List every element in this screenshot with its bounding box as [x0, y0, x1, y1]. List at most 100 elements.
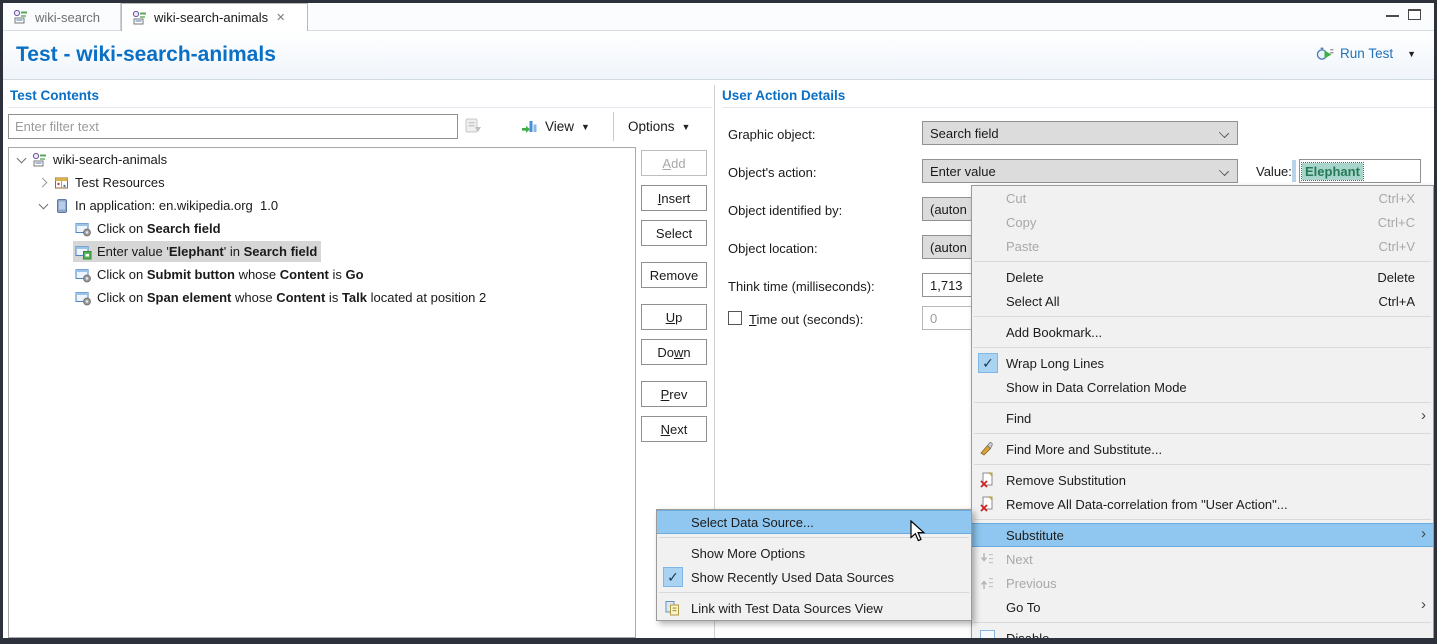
- menu-separator: [974, 622, 1431, 623]
- menu-item-previous[interactable]: Previous: [972, 571, 1433, 595]
- tree-row-label: Click on Submit button whose Content is …: [97, 267, 364, 282]
- menu-item-cut[interactable]: CutCtrl+X: [972, 186, 1433, 210]
- graphic-object-label: Graphic object:: [728, 127, 815, 142]
- window-frame: [0, 638, 1437, 644]
- menu-item-show-recently-used-data-sources[interactable]: ✓Show Recently Used Data Sources: [657, 565, 971, 589]
- application-window: wiki-search wiki-search-animals ✕ Test -…: [0, 0, 1437, 644]
- tab-wiki-search-animals[interactable]: wiki-search-animals ✕: [121, 3, 308, 31]
- next-button[interactable]: Next: [641, 416, 707, 442]
- menu-separator: [974, 402, 1431, 403]
- menu-separator: [974, 316, 1431, 317]
- options-dropdown-icon: ▼: [682, 122, 691, 132]
- tab-wiki-search[interactable]: wiki-search: [3, 3, 121, 31]
- menu-separator: [974, 433, 1431, 434]
- tab-label: wiki-search: [35, 10, 100, 25]
- brush-icon: [979, 441, 995, 460]
- link-icon: [664, 600, 680, 619]
- toolbar-separator: [613, 112, 614, 141]
- arrow-down-icon: [979, 551, 995, 570]
- run-test-dropdown-icon[interactable]: ▼: [1407, 49, 1416, 59]
- tree-row-root[interactable]: wiki-search-animals: [9, 148, 635, 171]
- click-action-icon: [75, 267, 92, 283]
- tree-row-click-search-field[interactable]: Click on Search field: [9, 217, 635, 240]
- menu-separator: [659, 592, 969, 593]
- objects-action-select[interactable]: Enter value: [922, 159, 1238, 183]
- options-dropdown[interactable]: Options ▼: [628, 113, 690, 140]
- tree-row-label: In application: en.wikipedia.org 1.0: [75, 198, 278, 213]
- menu-item-next[interactable]: Next: [972, 547, 1433, 571]
- remove-substitution-icon: [979, 496, 995, 515]
- maximize-button[interactable]: [1408, 9, 1421, 20]
- view-dropdown-icon: ▼: [581, 122, 590, 132]
- menu-item-select-all[interactable]: Select AllCtrl+A: [972, 289, 1433, 313]
- minimize-button[interactable]: [1386, 15, 1399, 17]
- test-contents-tree: wiki-search-animals Test Resources In ap…: [8, 147, 636, 638]
- context-menu: CutCtrl+X CopyCtrl+C PasteCtrl+V DeleteD…: [971, 185, 1434, 644]
- menu-item-go-to[interactable]: Go To›: [972, 595, 1433, 619]
- click-action-icon: [75, 290, 92, 306]
- substitution-marker: [1292, 160, 1296, 182]
- menu-item-show-more-options[interactable]: Show More Options: [657, 541, 971, 565]
- editor-tab-bar: wiki-search wiki-search-animals ✕: [3, 3, 1434, 31]
- chevron-down-icon[interactable]: [14, 152, 30, 168]
- tree-row-click-submit-go[interactable]: Click on Submit button whose Content is …: [9, 263, 635, 286]
- menu-separator: [974, 519, 1431, 520]
- tree-row-label: wiki-search-animals: [53, 152, 167, 167]
- down-button[interactable]: Down: [641, 339, 707, 365]
- insert-button[interactable]: Insert: [641, 185, 707, 211]
- menu-item-show-in-data-correlation-mode[interactable]: Show in Data Correlation Mode: [972, 375, 1433, 399]
- value-input[interactable]: Elephant: [1299, 159, 1421, 183]
- prev-button[interactable]: Prev: [641, 381, 707, 407]
- menu-item-find[interactable]: Find›: [972, 406, 1433, 430]
- tree-row-enter-value-elephant[interactable]: Enter value 'Elephant' in Search field: [9, 240, 635, 263]
- substituted-value[interactable]: Elephant: [1302, 163, 1363, 180]
- tree-row-click-span-talk[interactable]: Click on Span element whose Content is T…: [9, 286, 635, 309]
- think-time-label: Think time (milliseconds):: [728, 279, 875, 294]
- up-button[interactable]: Up: [641, 304, 707, 330]
- test-contents-header: Test Contents: [10, 88, 99, 103]
- click-action-icon: [75, 221, 92, 237]
- add-button[interactable]: Add: [641, 150, 707, 176]
- enter-value-action-icon: [75, 244, 92, 260]
- test-icon: [13, 9, 29, 25]
- graphic-object-select[interactable]: Search field: [922, 121, 1238, 145]
- time-out-checkbox[interactable]: [728, 311, 742, 325]
- tree-row-application[interactable]: In application: en.wikipedia.org 1.0: [9, 194, 635, 217]
- options-label: Options: [628, 119, 675, 134]
- page-title: Test - wiki-search-animals: [16, 43, 276, 67]
- filter-input[interactable]: [8, 114, 458, 139]
- tree-row-test-resources[interactable]: Test Resources: [9, 171, 635, 194]
- mouse-cursor: [910, 520, 932, 544]
- check-icon: ✓: [663, 567, 683, 587]
- test-icon: [132, 10, 148, 26]
- menu-item-wrap-long-lines[interactable]: ✓Wrap Long Lines: [972, 351, 1433, 375]
- submenu-arrow-icon: ›: [1421, 407, 1426, 424]
- objects-action-label: Object's action:: [728, 165, 816, 180]
- filter-settings-icon[interactable]: [464, 117, 483, 140]
- menu-separator: [974, 261, 1431, 262]
- run-test-icon: [1316, 45, 1334, 62]
- menu-item-link-with-test-data-sources-view[interactable]: Link with Test Data Sources View: [657, 596, 971, 620]
- menu-item-copy[interactable]: CopyCtrl+C: [972, 210, 1433, 234]
- menu-item-paste[interactable]: PasteCtrl+V: [972, 234, 1433, 258]
- menu-item-delete[interactable]: DeleteDelete: [972, 265, 1433, 289]
- chevron-down-icon: [1219, 166, 1229, 176]
- menu-item-substitute[interactable]: Substitute›: [972, 523, 1433, 547]
- object-location-label: Object location:: [728, 241, 818, 256]
- menu-item-find-more-and-substitute[interactable]: Find More and Substitute...: [972, 437, 1433, 461]
- close-icon[interactable]: ✕: [276, 11, 285, 24]
- chevron-down-icon[interactable]: [36, 198, 52, 214]
- application-icon: [54, 198, 70, 214]
- tree-row-label: Click on Search field: [97, 221, 221, 236]
- check-icon: ✓: [978, 353, 998, 373]
- chevron-right-icon[interactable]: [36, 175, 52, 191]
- menu-item-add-bookmark[interactable]: Add Bookmark...: [972, 320, 1433, 344]
- editor-title-band: Test - wiki-search-animals Run Test ▼: [3, 31, 1434, 80]
- view-dropdown[interactable]: View ▼: [521, 113, 590, 140]
- menu-item-remove-substitution[interactable]: Remove Substitution: [972, 468, 1433, 492]
- remove-button[interactable]: Remove: [641, 262, 707, 288]
- run-test-label: Run Test: [1340, 46, 1393, 61]
- select-button[interactable]: Select: [641, 220, 707, 246]
- menu-item-remove-all-data-correlation[interactable]: Remove All Data-correlation from "User A…: [972, 492, 1433, 516]
- run-test-button[interactable]: Run Test ▼: [1316, 45, 1416, 62]
